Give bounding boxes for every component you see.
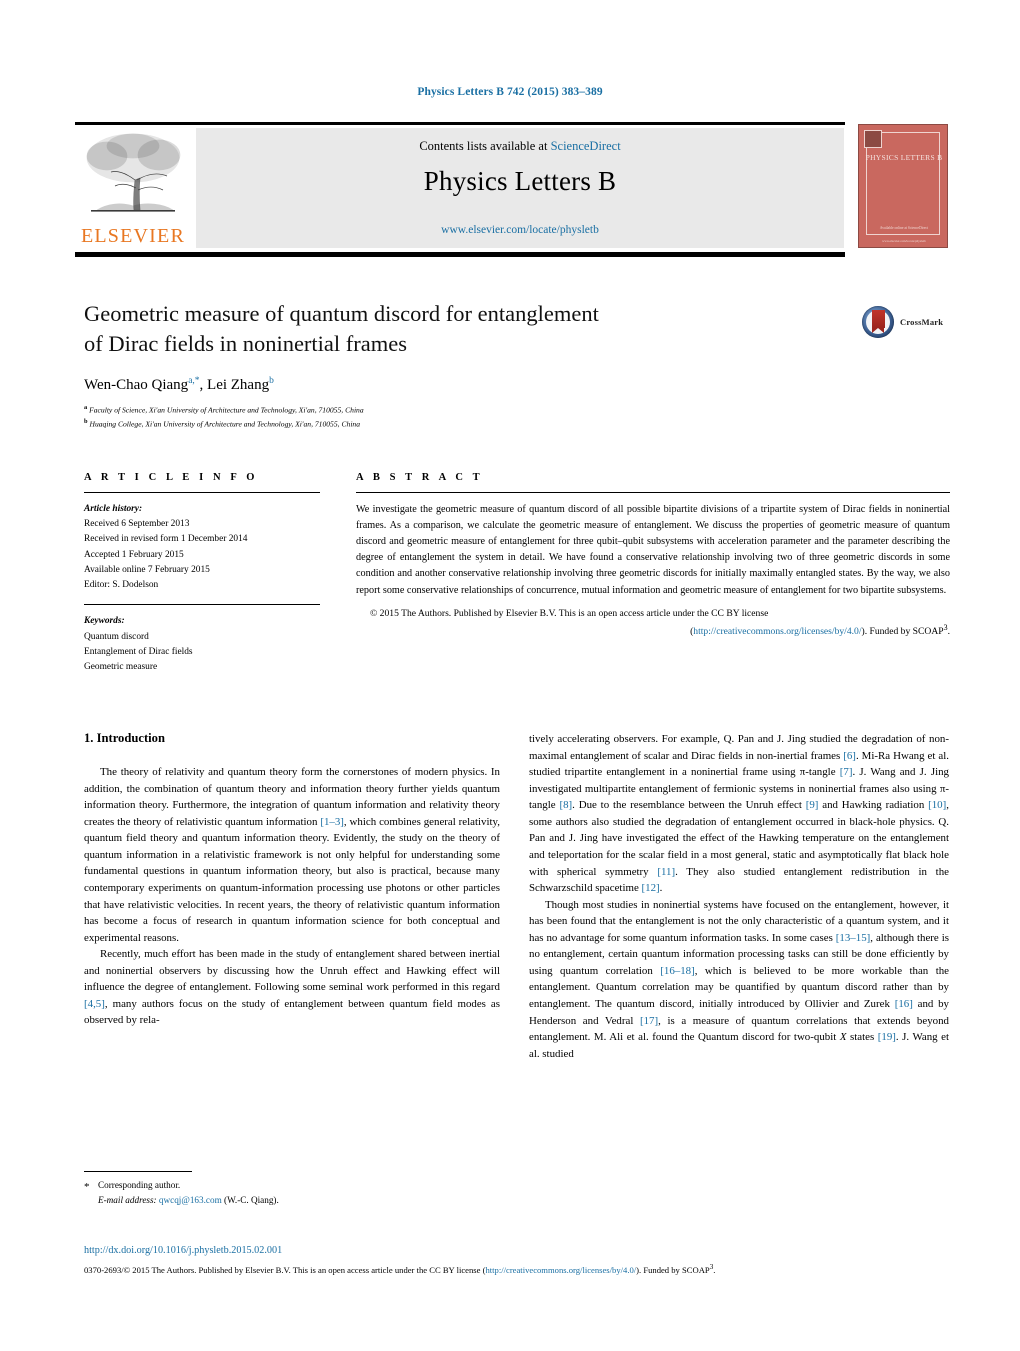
paragraph: Though most studies in noninertial syste… bbox=[529, 898, 950, 1060]
section-heading-introduction: 1. Introduction bbox=[84, 731, 165, 745]
history-item-3: Available online 7 February 2015 bbox=[84, 564, 210, 575]
footnote-rule bbox=[84, 1171, 192, 1172]
keywords-block: Keywords: Quantum discord Entanglement o… bbox=[84, 614, 320, 675]
citation-ref[interactable]: [19] bbox=[878, 1031, 896, 1043]
email-link[interactable]: qwcqj@163.com bbox=[159, 1195, 222, 1205]
affiliation-b-marker: b bbox=[84, 417, 88, 425]
article-history-block: Article history: Received 6 September 20… bbox=[84, 502, 320, 593]
scoap-label: SCOAP bbox=[682, 1264, 710, 1275]
abstract-copyright-line-2: (http://creativecommons.org/licenses/by/… bbox=[356, 622, 950, 640]
masthead-rule-top bbox=[75, 122, 845, 125]
journal-title: Physics Letters B bbox=[423, 166, 617, 196]
title-line-2: of Dirac fields in noninertial frames bbox=[84, 330, 408, 356]
cc-license-link[interactable]: http://creativecommons.org/licenses/by/4… bbox=[693, 626, 861, 637]
citation-ref[interactable]: [4,5] bbox=[84, 998, 105, 1010]
citation-ref[interactable]: [11] bbox=[657, 866, 675, 878]
crossmark-badge[interactable]: CrossMark bbox=[862, 306, 952, 340]
contents-line: Contents lists available at ScienceDirec… bbox=[196, 139, 844, 154]
citation-ref[interactable]: [17] bbox=[640, 1015, 658, 1027]
citation-ref[interactable]: [9] bbox=[806, 799, 819, 811]
crossmark-label: CrossMark bbox=[900, 317, 944, 327]
author-2-affiliation-marker: b bbox=[269, 376, 274, 386]
email-owner: (W.-C. Qiang). bbox=[224, 1194, 279, 1205]
abstract-divider bbox=[356, 492, 950, 493]
page-title: Geometric measure of quantum discord for… bbox=[84, 299, 704, 358]
email-note: E-mail address: qwcqj@163.com (W.-C. Qia… bbox=[84, 1193, 500, 1208]
paragraph: tively accelerating observers. For examp… bbox=[529, 733, 949, 895]
citation-ref[interactable]: [7] bbox=[840, 766, 853, 778]
paragraph: Recently, much effort has been made in t… bbox=[84, 948, 500, 1027]
footnote-block: * Corresponding author. E-mail address: … bbox=[84, 1171, 500, 1208]
keyword-0: Quantum discord bbox=[84, 631, 149, 642]
scoap-period: . bbox=[713, 1264, 716, 1275]
citation-ref[interactable]: [10] bbox=[928, 799, 946, 811]
body-column-right: tively accelerating observers. For examp… bbox=[529, 731, 949, 1062]
keyword-1: Entanglement of Dirac fields bbox=[84, 646, 193, 657]
issn-copyright: 0370-2693/© 2015 The Authors. Published … bbox=[84, 1262, 946, 1277]
cc-license-link-footer[interactable]: http://creativecommons.org/licenses/by/4… bbox=[485, 1265, 636, 1275]
article-info-divider-1 bbox=[84, 492, 320, 493]
author-1[interactable]: Wen-Chao Qiang bbox=[84, 377, 188, 393]
affiliations: a Faculty of Science, Xi'an University o… bbox=[84, 403, 784, 430]
keywords-label: Keywords: bbox=[84, 616, 125, 627]
body-column-left: 1. Introduction The theory of relativity… bbox=[84, 731, 500, 1029]
elsevier-tree-icon bbox=[86, 133, 181, 212]
article-info-divider-2 bbox=[84, 604, 320, 606]
affiliation-b: Huaqing College, Xi'an University of Arc… bbox=[89, 419, 361, 429]
abstract-copyright-tail: ). Funded by SCOAP bbox=[861, 625, 944, 637]
citation-ref[interactable]: [6] bbox=[843, 750, 856, 762]
cover-badge-icon bbox=[864, 130, 882, 148]
email-label: E-mail address: bbox=[98, 1194, 157, 1205]
title-line-1: Geometric measure of quantum discord for… bbox=[84, 301, 599, 326]
article-info-column: A R T I C L E I N F O Article history: R… bbox=[84, 472, 320, 675]
abstract-column: A B S T R A C T We investigate the geome… bbox=[356, 472, 950, 640]
elsevier-logo: ELSEVIER bbox=[77, 128, 189, 248]
journal-url[interactable]: www.elsevier.com/locate/physletb bbox=[196, 224, 844, 236]
article-info-heading: A R T I C L E I N F O bbox=[84, 472, 259, 483]
history-item-4: Editor: S. Dodelson bbox=[84, 580, 159, 591]
abstract-copyright-period: . bbox=[947, 625, 950, 637]
author-list: Wen-Chao Qianga,*, Lei Zhangb bbox=[84, 376, 704, 394]
history-item-2: Accepted 1 February 2015 bbox=[84, 549, 184, 560]
author-2[interactable]: Lei Zhang bbox=[207, 377, 269, 393]
crossmark-logo-icon bbox=[862, 306, 894, 338]
masthead-rule-bottom bbox=[75, 252, 845, 257]
article-history-label: Article history: bbox=[84, 504, 143, 514]
corresponding-author-note: * Corresponding author. bbox=[84, 1178, 500, 1193]
journal-cover-thumbnail[interactable]: PHYSICS LETTERS B Available online at Sc… bbox=[858, 124, 948, 248]
sciencedirect-link[interactable]: ScienceDirect bbox=[551, 139, 621, 153]
abstract-text: We investigate the geometric measure of … bbox=[356, 504, 950, 596]
sciencedirect-band: Contents lists available at ScienceDirec… bbox=[196, 128, 844, 248]
paragraph: The theory of relativity and quantum the… bbox=[84, 766, 501, 944]
paper-page: Physics Letters B 742 (2015) 383–389 ELS… bbox=[0, 0, 1020, 1351]
corresponding-author-label: Corresponding author. bbox=[98, 1180, 181, 1190]
history-item-0: Received 6 September 2013 bbox=[84, 519, 190, 530]
issn-copyright-text: 0370-2693/© 2015 The Authors. Published … bbox=[84, 1264, 486, 1275]
crossmark-bookmark-shape bbox=[871, 310, 885, 333]
cover-bottom-url: www.elsevier.com/locate/physletb bbox=[882, 239, 926, 243]
citation-ref[interactable]: [16] bbox=[895, 998, 913, 1010]
keyword-2: Geometric measure bbox=[84, 662, 158, 673]
history-item-1: Received in revised form 1 December 2014 bbox=[84, 534, 248, 545]
author-separator: , bbox=[199, 377, 208, 393]
abstract-copyright-line-1: © 2015 The Authors. Published by Elsevie… bbox=[370, 607, 769, 619]
abstract-heading: A B S T R A C T bbox=[356, 472, 484, 483]
running-head: Physics Letters B 742 (2015) 383–389 bbox=[417, 86, 603, 98]
elsevier-wordmark: ELSEVIER bbox=[80, 225, 186, 247]
citation-ref[interactable]: [16–18] bbox=[660, 965, 694, 977]
cover-title: PHYSICS LETTERS B bbox=[865, 153, 943, 162]
citation-ref[interactable]: [13–15] bbox=[836, 932, 870, 944]
citation-ref[interactable]: [12] bbox=[642, 882, 660, 894]
affiliation-a: Faculty of Science, Xi'an University of … bbox=[89, 405, 364, 415]
contents-prefix: Contents lists available at bbox=[419, 139, 551, 153]
affiliation-a-marker: a bbox=[84, 404, 88, 411]
citation-ref[interactable]: [1–3] bbox=[320, 816, 344, 828]
citation-ref[interactable]: [8] bbox=[559, 799, 572, 811]
abstract-copyright: © 2015 The Authors. Published by Elsevie… bbox=[356, 607, 950, 640]
issn-copyright-tail: ). Funded by bbox=[636, 1264, 682, 1275]
author-1-affiliation-marker: a,* bbox=[188, 376, 200, 386]
cover-footer-text: Available online at ScienceDirect bbox=[879, 225, 929, 230]
doi-link[interactable]: http://dx.doi.org/10.1016/j.physletb.201… bbox=[84, 1245, 282, 1256]
